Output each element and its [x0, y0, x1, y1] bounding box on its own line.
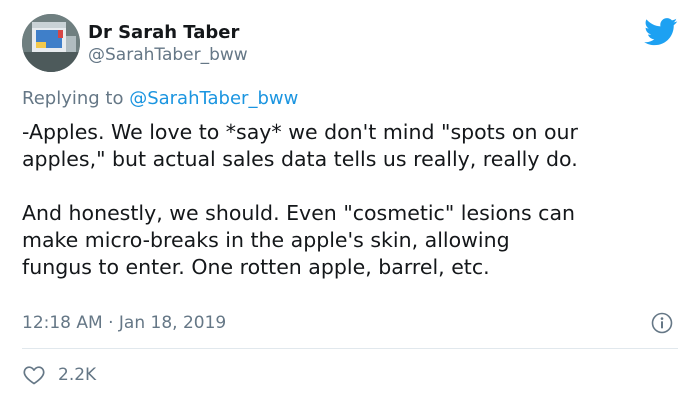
author-name[interactable]: Dr Sarah Taber: [88, 22, 239, 44]
tweet-line: make micro-breaks in the apple's skin, a…: [22, 228, 510, 252]
replying-mention-link[interactable]: @SarahTaber_bww: [129, 88, 298, 109]
tweet-time: 12:18 AM: [22, 313, 103, 333]
tweet-card: Dr Sarah Taber @SarahTaber_bww Replying …: [0, 0, 700, 402]
tweet-timestamp[interactable]: 12:18 AM · Jan 18, 2019: [22, 312, 226, 334]
divider: [22, 348, 678, 349]
tweet-text: -Apples. We love to *say* we don't mind …: [22, 119, 692, 281]
tweet-line: -Apples. We love to *say* we don't mind …: [22, 120, 578, 144]
like-button[interactable]: 2.2K: [22, 363, 96, 387]
twitter-bird-icon[interactable]: [644, 18, 678, 46]
tweet-line: And honestly, we should. Even "cosmetic"…: [22, 201, 576, 225]
tweet-paragraph-1: -Apples. We love to *say* we don't mind …: [22, 119, 692, 173]
tweet-paragraph-2: And honestly, we should. Even "cosmetic"…: [22, 200, 692, 281]
heart-icon: [23, 366, 45, 385]
avatar[interactable]: [22, 14, 80, 72]
timestamp-separator: ·: [102, 313, 119, 333]
tweet-date: Jan 18, 2019: [118, 313, 227, 333]
info-icon[interactable]: [651, 312, 673, 334]
author-handle[interactable]: @SarahTaber_bww: [88, 44, 248, 66]
tweet-line: fungus to enter. One rotten apple, barre…: [22, 255, 490, 279]
replying-prefix: Replying to: [22, 88, 130, 109]
like-count: 2.2K: [58, 365, 97, 385]
tweet-line: apples," but actual sales data tells us …: [22, 147, 578, 171]
replying-to: Replying to @SarahTaber_bww: [22, 88, 298, 110]
